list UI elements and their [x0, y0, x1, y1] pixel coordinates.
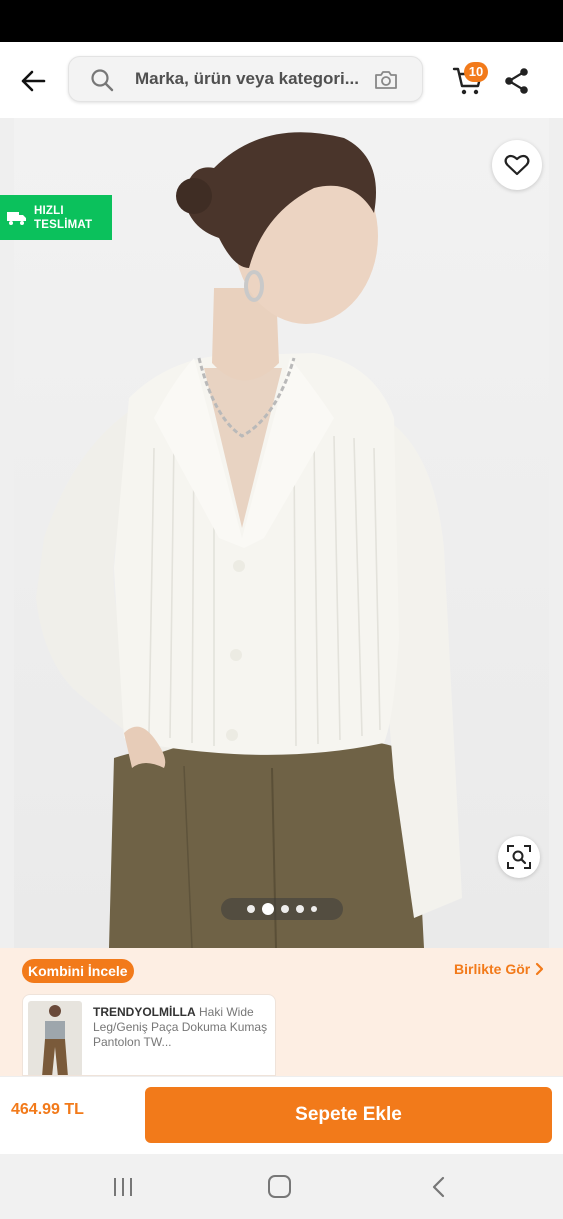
see-together-link[interactable]: Birlikte Gör: [454, 961, 544, 977]
search-bar[interactable]: [68, 56, 423, 102]
combine-product-brand: TRENDYOLMİLLA: [93, 1005, 196, 1019]
gallery-pagination: [221, 898, 343, 920]
arrow-left-icon: [21, 70, 46, 92]
back-button[interactable]: [14, 64, 52, 98]
product-detail-screen: 10: [0, 0, 563, 1219]
gallery-dot-4[interactable]: [296, 905, 304, 913]
product-photo: [36, 132, 462, 948]
home-icon[interactable]: [268, 1175, 291, 1198]
add-to-cart-button[interactable]: Sepete Ekle: [145, 1087, 552, 1143]
product-image: [14, 118, 549, 948]
share-icon[interactable]: [502, 66, 532, 96]
fast-delivery-label: HIZLI TESLİMAT: [34, 204, 92, 232]
combine-product-thumbnail: [28, 1001, 82, 1075]
camera-icon[interactable]: [373, 67, 399, 93]
visual-search-icon: [507, 845, 531, 869]
see-together-label: Birlikte Gör: [454, 961, 531, 977]
truck-icon: [7, 211, 26, 225]
system-navigation-bar: [0, 1154, 563, 1219]
combine-product-text: TRENDYOLMİLLA Haki Wide Leg/Geniş Paça D…: [93, 1005, 271, 1050]
fast-delivery-line1: HIZLI: [34, 204, 64, 217]
combine-product-card[interactable]: TRENDYOLMİLLA Haki Wide Leg/Geniş Paça D…: [22, 994, 276, 1076]
search-icon: [91, 69, 114, 92]
bottom-action-bar: 464.99 TL Sepete Ekle: [0, 1076, 563, 1154]
gallery-dot-1[interactable]: [247, 905, 255, 913]
product-price: 464.99 TL: [11, 1101, 84, 1118]
status-bar: [0, 0, 563, 42]
gallery-dot-5[interactable]: [311, 906, 317, 912]
product-image-gallery[interactable]: HIZLI TESLİMAT: [0, 118, 563, 948]
recent-apps-icon[interactable]: [111, 1176, 135, 1198]
combine-thumbnail-photo: [42, 1005, 68, 1075]
combine-section: Kombini İncele Birlikte Gör TRENDYOLMİLL…: [0, 948, 563, 1076]
gallery-dot-3[interactable]: [281, 905, 289, 913]
search-input[interactable]: [135, 57, 367, 101]
heart-icon: [504, 154, 530, 176]
fast-delivery-badge: HIZLI TESLİMAT: [0, 195, 112, 240]
nav-back-icon[interactable]: [429, 1176, 449, 1198]
fast-delivery-line2: TESLİMAT: [34, 218, 93, 231]
visual-search-button[interactable]: [498, 836, 540, 878]
favorite-button[interactable]: [492, 140, 542, 190]
cart-count-badge: 10: [464, 62, 488, 82]
gallery-dot-2[interactable]: [262, 903, 274, 915]
chevron-right-icon: [536, 962, 544, 976]
top-bar: 10: [0, 42, 563, 118]
combine-badge[interactable]: Kombini İncele: [22, 959, 134, 983]
